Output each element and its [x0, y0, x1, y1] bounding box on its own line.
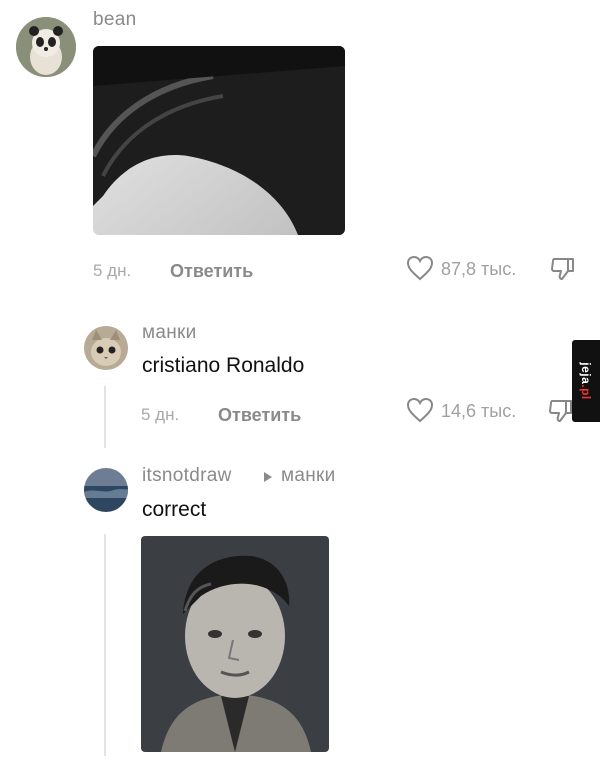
- portrait-photo-icon: [141, 536, 329, 752]
- reply-button[interactable]: Ответить: [218, 405, 301, 426]
- comment-image-hair[interactable]: [93, 46, 345, 235]
- like-count: 87,8 тыс.: [441, 259, 517, 279]
- heart-icon[interactable]: [406, 397, 434, 423]
- cat-avatar-icon: [84, 326, 128, 370]
- reply-to-username[interactable]: манки: [281, 465, 336, 487]
- thread-line: [104, 386, 106, 448]
- watermark-brand: jeja: [579, 362, 594, 385]
- dislike-icon[interactable]: [548, 398, 574, 424]
- dislike-icon[interactable]: [550, 256, 576, 282]
- avatar-bean[interactable]: [16, 17, 76, 77]
- watermark: jeja.pl: [572, 340, 600, 422]
- reply-arrow-icon: [263, 471, 273, 483]
- comment-time: 5 дн.: [93, 261, 132, 280]
- comment-time: 5 дн.: [141, 405, 180, 424]
- comment-username[interactable]: itsnotdraw: [142, 465, 232, 487]
- comment-username[interactable]: манки: [142, 322, 197, 344]
- watermark-tld: .pl: [579, 384, 594, 400]
- panda-avatar-icon: [16, 17, 76, 77]
- avatar-manki[interactable]: [84, 326, 128, 370]
- like-count: 14,6 тыс.: [441, 401, 517, 421]
- thread-line: [104, 534, 106, 756]
- avatar-itsnotdraw[interactable]: [84, 468, 128, 512]
- comment-text: cristiano Ronaldo: [142, 354, 305, 377]
- comment-text: correct: [142, 498, 207, 521]
- sea-avatar-icon: [84, 468, 128, 512]
- comment-image-portrait[interactable]: [141, 536, 329, 752]
- hair-photo-icon: [93, 46, 345, 235]
- reply-button[interactable]: Ответить: [170, 261, 253, 282]
- heart-icon[interactable]: [406, 255, 434, 281]
- comment-username[interactable]: bean: [93, 9, 136, 31]
